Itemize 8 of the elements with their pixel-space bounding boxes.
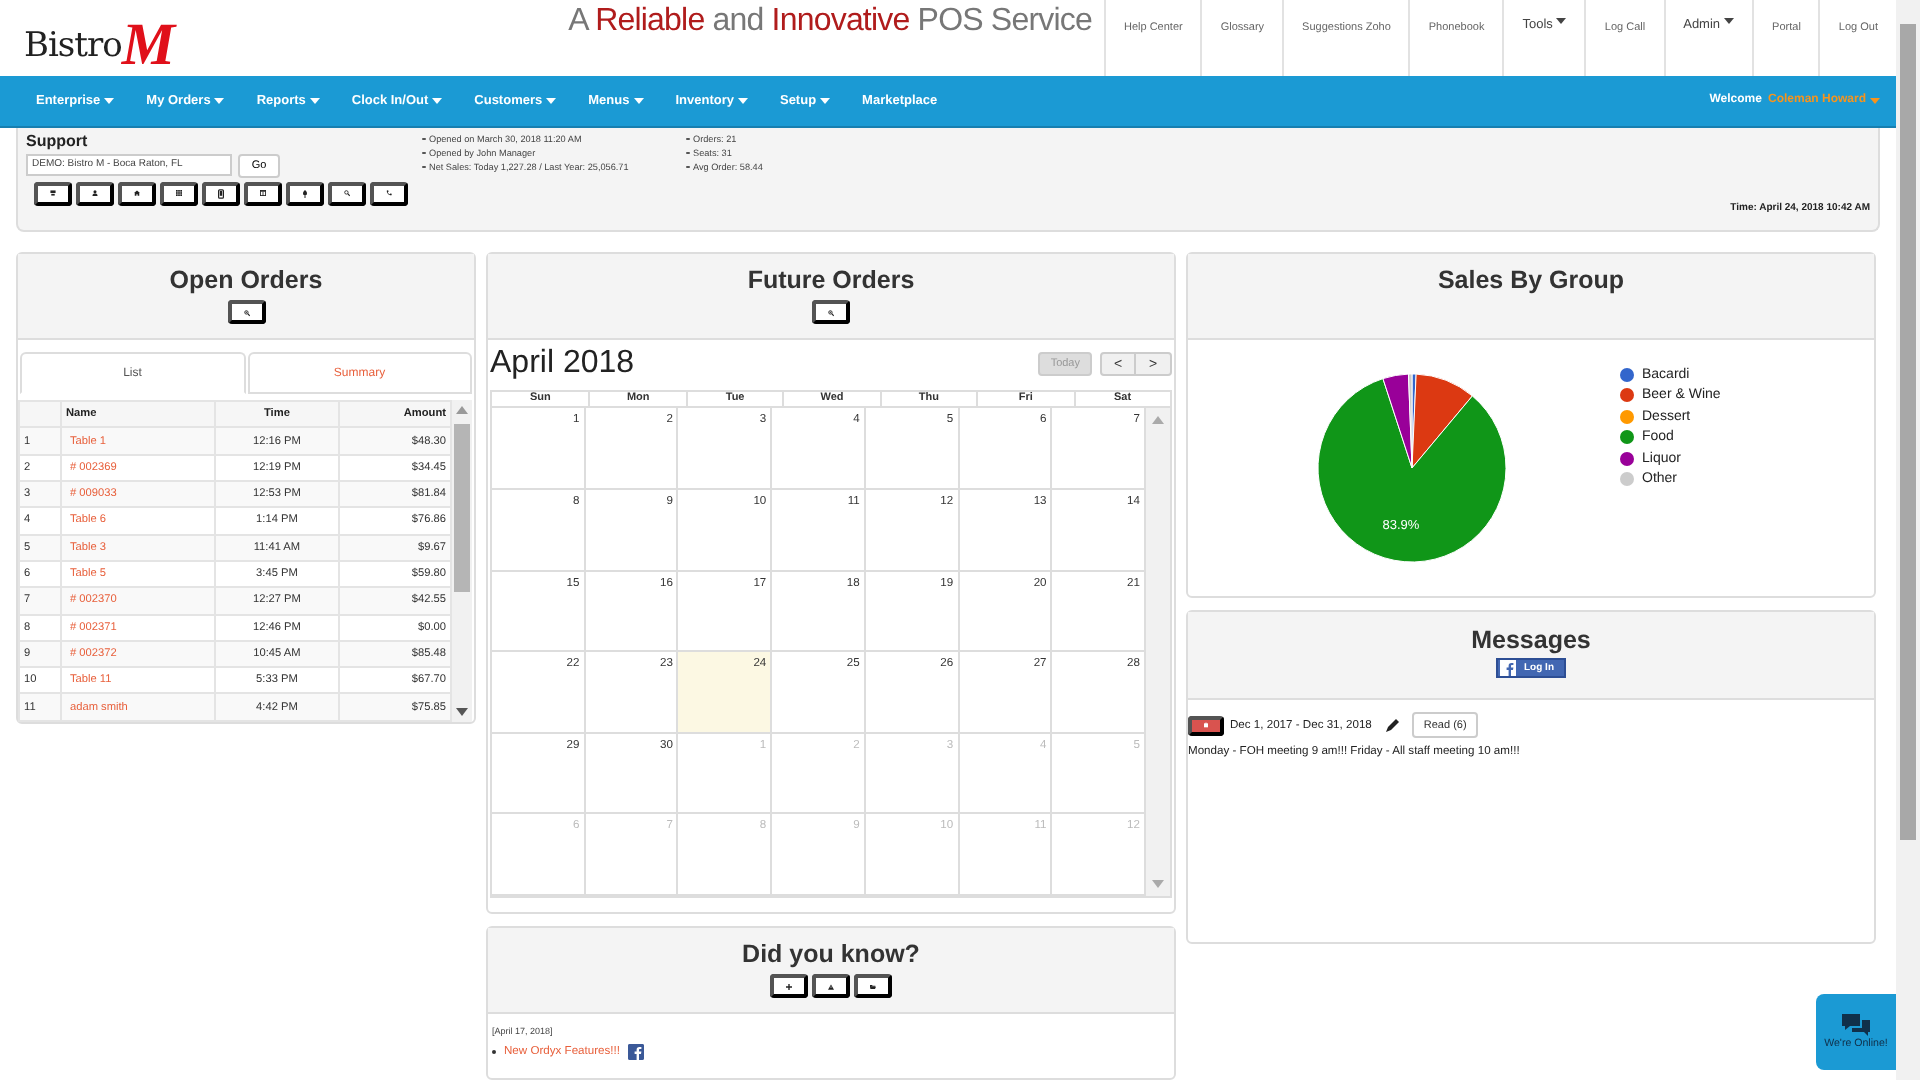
panel-title: Open Orders xyxy=(169,266,323,295)
panel-title: Future Orders xyxy=(747,266,915,295)
panel-title: Did you know? xyxy=(742,940,920,968)
tagline: A Reliable and Innovative POS Service xyxy=(568,2,1092,40)
panel-title: Messages xyxy=(1471,626,1591,655)
support-title: Support xyxy=(26,131,90,150)
month-title: April 2018 xyxy=(490,346,635,383)
panel-title: Sales By Group xyxy=(1437,266,1625,295)
